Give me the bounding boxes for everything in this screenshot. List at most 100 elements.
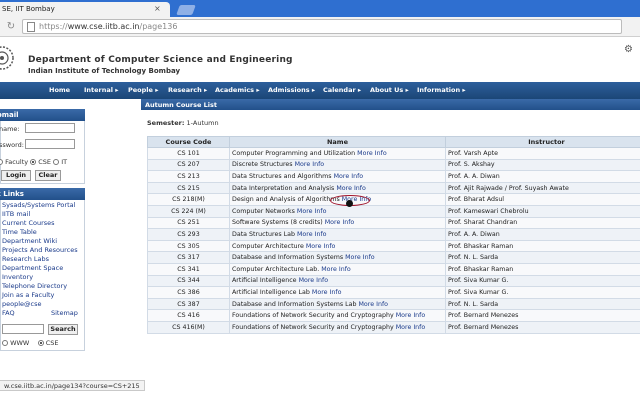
- radio-www[interactable]: [2, 340, 8, 346]
- clear-button[interactable]: Clear: [35, 170, 61, 181]
- course-name: Data Interpretation and Analysis: [232, 184, 335, 192]
- course-name: Computer Networks: [232, 207, 295, 215]
- nav-information[interactable]: Information ▸: [417, 86, 466, 94]
- more-info-link[interactable]: More Info: [321, 266, 351, 273]
- more-info-link[interactable]: More Info: [345, 254, 375, 261]
- radio-it[interactable]: [53, 159, 60, 165]
- auth-radio-group: Faculty CSE IT: [0, 158, 67, 166]
- nav-calendar[interactable]: Calendar ▸: [323, 86, 361, 94]
- page-icon: [27, 22, 35, 32]
- table-row: CS 218(M) Design and Analysis of Algorith…: [147, 193, 640, 206]
- more-info-link[interactable]: More Info: [295, 161, 325, 168]
- site-search-input[interactable]: [2, 324, 44, 334]
- quick-link[interactable]: Research Labs: [2, 255, 49, 263]
- course-name-cell: Artificial Intelligence More Info: [229, 274, 446, 288]
- course-code: CS 416(M): [147, 320, 230, 334]
- course-code: CS 251: [147, 216, 230, 230]
- course-instructor: Prof. Siva Kumar G.: [445, 286, 640, 299]
- nav-internal[interactable]: Internal ▸: [84, 86, 119, 94]
- username-input[interactable]: [25, 123, 75, 133]
- course-name-cell: Data Structures and Algorithms More Info: [229, 170, 446, 183]
- nav-people[interactable]: People ▸: [128, 86, 158, 94]
- course-instructor: Prof. Bharat Adsul: [445, 193, 640, 206]
- nav-about-us[interactable]: About Us ▸: [370, 86, 409, 94]
- course-name-cell: Foundations of Network Security and Cryp…: [229, 309, 446, 322]
- radio-cse[interactable]: [30, 159, 37, 165]
- more-info-link[interactable]: More Info: [312, 289, 342, 296]
- semester-line: Semester: 1-Autumn: [147, 119, 219, 127]
- reload-icon[interactable]: ↻: [4, 20, 18, 34]
- more-info-link[interactable]: More Info: [396, 324, 426, 331]
- nav-home[interactable]: Home: [49, 86, 70, 94]
- table-row: CS 416 Foundations of Network Security an…: [147, 309, 640, 322]
- course-code: CS 224 (M): [147, 204, 230, 218]
- password-input[interactable]: [25, 139, 75, 149]
- course-list-heading: Autumn Course List: [141, 99, 640, 110]
- table-header-row: Course Code Name Instructor: [147, 136, 640, 148]
- more-info-link[interactable]: More Info: [396, 312, 426, 319]
- table-row: CS 293 Data Structures Lab More Info Prof.…: [147, 228, 640, 241]
- quick-link[interactable]: IITB mail: [2, 210, 30, 218]
- extension-gear-icon[interactable]: ⚙: [624, 44, 633, 55]
- url-input[interactable]: https://www.cse.iitb.ac.in/page136: [22, 19, 622, 34]
- more-info-link[interactable]: More Info: [334, 173, 364, 180]
- course-name-cell: Computer Architecture Lab. More Info: [229, 262, 446, 276]
- more-info-link[interactable]: More Info: [297, 208, 327, 215]
- course-name-cell: Data Interpretation and Analysis More In…: [229, 181, 446, 195]
- faq-link[interactable]: FAQ: [2, 309, 15, 317]
- search-scope-group: WWW CSE: [2, 339, 58, 347]
- course-instructor: Prof. N. L. Sarda: [445, 251, 640, 264]
- quick-link[interactable]: Sysads/Systems Portal: [2, 201, 75, 209]
- quick-link[interactable]: Current Courses: [2, 219, 55, 227]
- quick-links-panel: Sysads/Systems Portal IITB mail Current …: [0, 200, 85, 351]
- sitemap-link[interactable]: Sitemap: [51, 309, 78, 317]
- quick-link[interactable]: Join as a Faculty: [2, 291, 54, 299]
- course-code: CS 293: [147, 228, 230, 241]
- more-info-link[interactable]: More Info: [325, 219, 355, 226]
- search-button[interactable]: Search: [48, 324, 78, 335]
- radio-search-cse[interactable]: [37, 340, 44, 346]
- quick-link[interactable]: people@cse: [2, 300, 42, 308]
- nav-research[interactable]: Research ▸: [168, 86, 207, 94]
- quick-link[interactable]: Department Wiki: [2, 237, 57, 245]
- course-name-cell: Computer Architecture More Info: [229, 239, 446, 253]
- login-button[interactable]: Login: [1, 170, 31, 181]
- course-name-cell: Foundations of Network Security and Cryp…: [229, 320, 446, 334]
- more-info-link[interactable]: More Info: [306, 243, 336, 250]
- close-tab-icon[interactable]: ×: [154, 4, 161, 13]
- semester-label: Semester:: [147, 119, 185, 127]
- radio-cse-label: CSE: [38, 158, 52, 166]
- more-info-link[interactable]: More Info: [297, 231, 327, 238]
- nav-academics[interactable]: Academics ▸: [215, 86, 260, 94]
- quick-link[interactable]: Telephone Directory: [2, 282, 67, 290]
- quick-link[interactable]: Projects And Resources: [2, 246, 78, 254]
- new-tab-button[interactable]: [176, 5, 196, 15]
- course-name-cell: Discrete Structures More Info: [229, 158, 446, 172]
- browser-tab[interactable]: SE, IIT Bombay ×: [0, 2, 170, 17]
- table-row: CS 305 Computer Architecture More Info Pro…: [147, 239, 640, 253]
- table-row: CS 213 Data Structures and Algorithms Mor…: [147, 170, 640, 183]
- course-name: Data Structures and Algorithms: [232, 172, 332, 180]
- course-name: Software Systems (8 credits): [232, 219, 323, 227]
- course-name-cell: Database and Information Systems Lab Mor…: [229, 297, 446, 311]
- address-bar: ↻ https://www.cse.iitb.ac.in/page136: [0, 17, 640, 37]
- quick-link[interactable]: Time Table: [2, 228, 37, 236]
- quick-link[interactable]: Department Space: [2, 264, 63, 272]
- more-info-link[interactable]: More Info: [336, 185, 366, 192]
- nav-admissions[interactable]: Admissions ▸: [268, 86, 315, 94]
- course-name: Computer Architecture Lab.: [232, 265, 320, 273]
- column-header-instructor: Instructor: [445, 136, 640, 148]
- more-info-link[interactable]: More Info: [359, 301, 389, 308]
- username-label: name:: [0, 125, 20, 133]
- radio-search-cse-label: CSE: [45, 339, 59, 347]
- more-info-link[interactable]: More Info: [299, 277, 329, 284]
- institute-title: Indian Institute of Technology Bombay: [28, 67, 181, 75]
- more-info-link[interactable]: More Info: [357, 150, 387, 157]
- radio-faculty[interactable]: [0, 159, 3, 165]
- semester-value: 1-Autumn: [186, 119, 219, 127]
- course-name-cell: Computer Programming and Utilization Mor…: [229, 147, 446, 160]
- course-code: CS 344: [147, 274, 230, 288]
- table-row: CS 215 Data Interpretation and Analysis M…: [147, 181, 640, 195]
- quick-link[interactable]: Inventory: [2, 273, 33, 281]
- iitb-logo-icon[interactable]: [0, 41, 16, 75]
